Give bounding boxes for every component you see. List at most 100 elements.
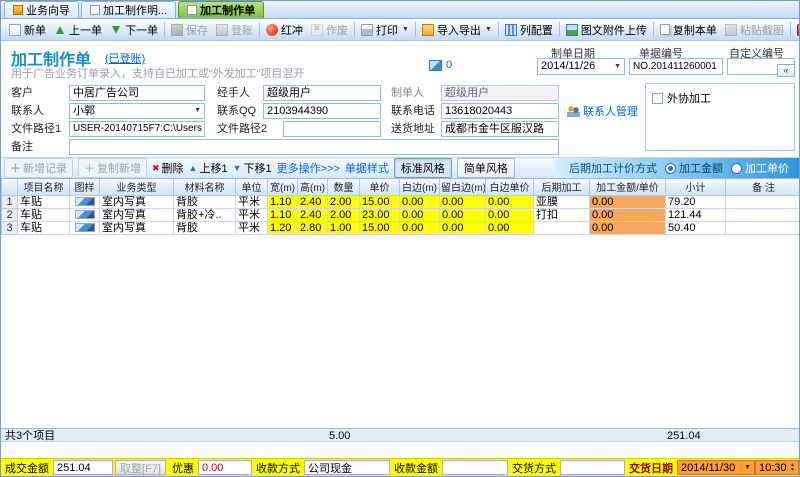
attachment-upload-button[interactable]: 图文附件上传	[562, 20, 651, 40]
deal-amount-field[interactable]: 251.04	[53, 460, 113, 475]
cell-remark[interactable]	[726, 221, 800, 234]
cell-qty[interactable]: 2.00	[328, 195, 360, 208]
move-up-button[interactable]: ▲ 上移1	[189, 160, 228, 176]
cell-post[interactable]: 亚膜	[534, 195, 590, 208]
tab-加工制作明...[interactable]: 加工制作明...	[81, 1, 176, 18]
path2-field[interactable]	[283, 121, 381, 137]
import-export-button[interactable]: 导入导出▼	[418, 20, 496, 40]
cell-material[interactable]: 背胶+冷..	[174, 208, 236, 221]
standard-style-toggle[interactable]: 标准风格	[394, 158, 452, 178]
qq-field[interactable]: 2103944390	[263, 103, 381, 119]
cell-unit[interactable]: 平米	[236, 208, 268, 221]
remark-field[interactable]	[69, 139, 559, 155]
next-order-button[interactable]: 下一单	[106, 20, 162, 40]
col-header[interactable]: 加工金额/单价	[590, 179, 666, 195]
cell-subtotal[interactable]: 79.20	[666, 195, 726, 208]
posted-status-link[interactable]: (已登账)	[105, 50, 145, 66]
cell-price[interactable]: 15.00	[360, 195, 400, 208]
cell-type[interactable]: 室内写真	[100, 195, 174, 208]
cell-price[interactable]: 23.00	[360, 208, 400, 221]
simple-style-toggle[interactable]: 简单风格	[457, 158, 515, 178]
cell-unit[interactable]: 平米	[236, 195, 268, 208]
pay-amount-field[interactable]	[442, 460, 508, 475]
cell-w[interactable]: 1.10	[268, 208, 298, 221]
address-field[interactable]: 成都市金牛区服汉路	[441, 121, 559, 137]
cell-unit[interactable]: 平米	[236, 221, 268, 234]
attachment-count[interactable]: 0	[429, 59, 452, 71]
table-row[interactable]: 1车贴室内写真背胶平米1.102.402.0015.000.000.000.00…	[2, 195, 800, 208]
cell-margin_price[interactable]: 0.00	[486, 208, 534, 221]
cell-margin[interactable]: 0.00	[400, 221, 440, 234]
prev-order-button[interactable]: 上一单	[50, 20, 106, 40]
col-header[interactable]: 材料名称	[174, 179, 236, 195]
exit-button[interactable]: 退出	[793, 20, 799, 40]
cell-thumbnail[interactable]	[70, 208, 100, 221]
col-header[interactable]: 数量	[328, 179, 360, 195]
cell-w[interactable]: 1.20	[268, 221, 298, 234]
pricing-amount-radio[interactable]: 加工金额	[665, 160, 723, 176]
void-button[interactable]: 作废	[307, 20, 352, 40]
column-config-button[interactable]: 列配置	[501, 20, 557, 40]
outsource-checkbox[interactable]	[652, 93, 663, 104]
new-order-button[interactable]: 新单	[5, 20, 50, 40]
cell-subtotal[interactable]: 121.44	[666, 208, 726, 221]
make-date-field[interactable]: 2014/11/26 ▼	[537, 58, 625, 75]
cell-qty[interactable]: 2.00	[328, 208, 360, 221]
cell-margin[interactable]: 0.00	[400, 195, 440, 208]
table-row[interactable]: 3车贴室内写真背胶平米1.202.801.0015.000.000.000.00…	[2, 221, 800, 234]
collapse-panel-button[interactable]: «	[777, 64, 795, 77]
phone-field[interactable]: 13618020443	[441, 103, 559, 119]
customer-field[interactable]: 中居广告公司	[69, 85, 205, 101]
save-button[interactable]: 保存	[167, 20, 212, 40]
cell-material[interactable]: 背胶	[174, 221, 236, 234]
path1-field[interactable]: USER-20140715F7:C:\Users	[69, 121, 205, 137]
cell-post[interactable]	[534, 221, 590, 234]
cell-w[interactable]: 1.10	[268, 195, 298, 208]
cell-material[interactable]: 背胶	[174, 195, 236, 208]
delivery-method-field[interactable]	[560, 460, 625, 475]
copy-order-button[interactable]: 复制本单	[656, 20, 721, 40]
pay-method-field[interactable]: 公司现金	[304, 460, 390, 475]
chevron-down-icon[interactable]: ▼	[614, 60, 621, 73]
delete-row-button[interactable]: ✖ 删除	[152, 160, 184, 176]
contact-combo[interactable]: 小郭 ▼	[69, 103, 205, 119]
cell-post_amount[interactable]: 0.00	[590, 195, 666, 208]
cell-margin_price[interactable]: 0.00	[486, 195, 534, 208]
cell-qty[interactable]: 1.00	[328, 221, 360, 234]
chevron-down-icon[interactable]: ▼	[744, 464, 751, 471]
cell-thumbnail[interactable]	[70, 195, 100, 208]
col-header[interactable]: 高(m)	[298, 179, 328, 195]
cell-post_amount[interactable]: 0.00	[590, 221, 666, 234]
col-header-rownum[interactable]	[2, 179, 18, 195]
col-header[interactable]: 单位	[236, 179, 268, 195]
col-header[interactable]: 白边单价	[486, 179, 534, 195]
handler-field[interactable]: 超级用户	[263, 85, 381, 101]
time-spinner-icon[interactable]: ▲▼	[790, 463, 795, 473]
col-header[interactable]: 备 注	[726, 179, 800, 195]
cell-thumbnail[interactable]	[70, 221, 100, 234]
move-down-button[interactable]: ▼ 下移1	[233, 160, 272, 176]
print-button[interactable]: 打印▼	[357, 20, 413, 40]
more-actions-link[interactable]: 更多操作>>>	[277, 160, 340, 176]
paste-screenshot-button[interactable]: 粘贴截图	[721, 20, 788, 40]
discount-field[interactable]: 0.00	[198, 460, 252, 475]
cell-name[interactable]: 车贴	[18, 221, 70, 234]
chevron-down-icon[interactable]: ▼	[194, 104, 201, 118]
add-record-button[interactable]: ＋ 新增记录	[4, 158, 73, 178]
cell-margin2[interactable]: 0.00	[440, 195, 486, 208]
round-button[interactable]: 取整[F7]	[115, 460, 166, 475]
tab-业务向导[interactable]: 业务向导	[4, 1, 79, 18]
col-header[interactable]: 业务类型	[100, 179, 174, 195]
post-ledger-button[interactable]: 登账	[212, 20, 257, 40]
col-header[interactable]: 小计	[666, 179, 726, 195]
cell-margin_price[interactable]: 0.00	[486, 221, 534, 234]
cell-price[interactable]: 15.00	[360, 221, 400, 234]
cell-post_amount[interactable]: 0.00	[590, 208, 666, 221]
cell-remark[interactable]	[726, 208, 800, 221]
pricing-unit-radio[interactable]: 加工单价	[731, 160, 789, 176]
doc-style-link[interactable]: 单据样式	[345, 160, 389, 176]
cell-remark[interactable]	[726, 195, 800, 208]
col-header[interactable]: 白边(m)	[400, 179, 440, 195]
cell-post[interactable]: 打扣	[534, 208, 590, 221]
cell-name[interactable]: 车贴	[18, 195, 70, 208]
